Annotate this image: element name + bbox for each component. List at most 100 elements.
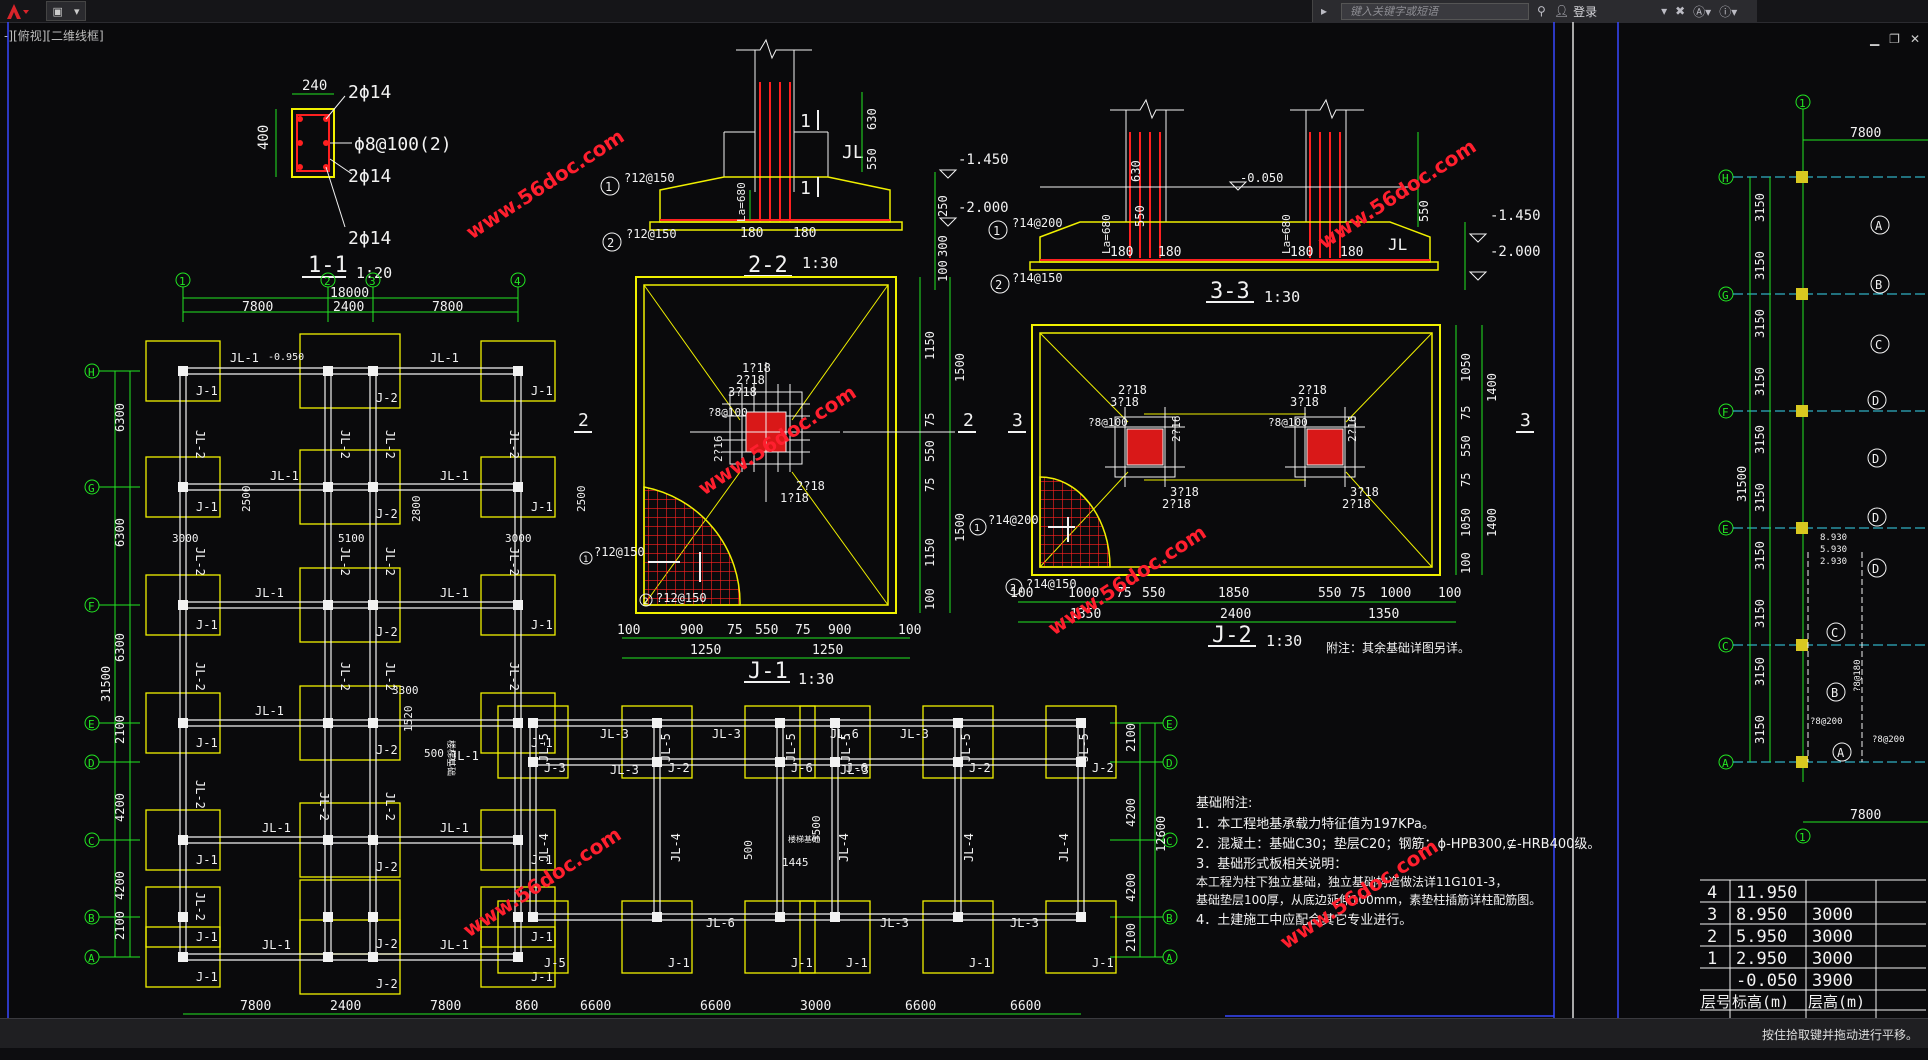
foundation-plan: 1 2 3 4 18000 7800 2400 7800 H G F E D C B A 6300 6300 630… [84,272,1178,1015]
user-icon[interactable]: 👤︎ [1554,4,1569,18]
beam-label-x: JL-1 [440,821,469,835]
inner-dim-2: 2800 [410,496,423,523]
j2-dim-b-5: 1850 [1218,586,1249,601]
footing-label: J-1 [196,384,218,398]
beam-label-x: JL-6 [706,916,735,930]
section-3-3-dim-right-1: 630 [1129,160,1143,182]
axis-label-left: F [88,600,95,613]
column-marker [1796,288,1808,300]
autocad-logo-icon[interactable] [2,1,32,21]
inner-dim-1: 2500 [240,486,253,513]
login-button[interactable]: 登录 [1573,3,1653,20]
beam-label-y: JL-4 [962,833,976,862]
footing-label: J-1 [969,956,991,970]
beam-label-y: JL-2 [507,662,521,691]
section-3-3-jl-label: JL [1388,235,1407,254]
section-2-2-cut-mark-top: 1 [800,111,811,132]
j1-section-mark-left: 2 [578,410,589,431]
axis-label-left: G [88,482,95,495]
infocenter-bar: ▸ 键入关键字或短语 ⚲ 👤︎ 登录 ▾ ✖ Ⓐ▾ ⓘ▾ [1312,0,1757,22]
bottom-dim-9: 6600 [1010,999,1041,1014]
stair-foundation-note: 楼梯基础 [788,834,820,844]
j1-total-1: 1250 [690,643,721,658]
inner-dim-3: 3000 [172,532,199,545]
axis-label-right: A [1166,952,1173,965]
column-square [368,912,378,922]
section-3-3-dim-1: 180 [1110,245,1133,260]
table-row-3-floor: 2 [1707,927,1717,947]
j1-dim-b-7: 100 [898,623,921,638]
axis-label-top: 4 [514,275,521,288]
svg-text:1: 1 [583,555,588,565]
chevron-down-icon[interactable]: ▾ [74,5,80,18]
bottom-dim-8: 6600 [905,999,936,1014]
left-dim-3: 6300 [113,633,127,662]
j1-dim-b-3: 75 [727,623,743,638]
column-square [513,600,523,610]
left-total-dim: 31500 [99,666,113,702]
beam-label-y: JL-2 [193,780,207,809]
section-2-2-la: La=680 [735,182,748,222]
j2-section-mark-right: 3 [1520,410,1531,431]
expand-arrow-icon[interactable]: ▸ [1321,4,1327,18]
column-marker [1796,171,1808,183]
search-input[interactable]: 键入关键字或短语 [1341,2,1530,20]
exchange-icon[interactable]: ✖ [1675,4,1685,18]
axis-label-left-right-plan: F [1722,406,1729,419]
beam-label-y: JL-5 [784,733,798,762]
column-square [368,952,378,962]
room-mark-label: D [1872,452,1879,466]
cad-drawing-canvas[interactable]: 240 400 2ϕ14 ϕ8@100(2) 2ϕ14 2ϕ14 1-1 1:2… [0,22,1928,1018]
notes-line-2: 2．混凝土：基础C30；垫层C20；钢筋：ϕ-HPB300,⊈-HRB400级。 [1196,836,1600,852]
top-dim-2: 2400 [333,300,364,315]
footing-label: J-3 [544,761,566,775]
svg-text:1: 1 [974,523,980,534]
beam-label-y: JL-2 [383,430,397,459]
bottom-dim-6: 6600 [700,999,731,1014]
section-2-2-dim-right-1: 630 [865,108,879,130]
bottom-dim-4: 860 [515,999,538,1014]
section-1-1: 240 400 2ϕ14 ϕ8@100(2) 2ϕ14 2ϕ14 1-1 1:2… [256,78,452,282]
footing-label: J-2 [376,625,398,639]
column-square [513,366,523,376]
right-dim-1: 2100 [1124,723,1138,752]
j2-total-2: 2400 [1220,607,1251,622]
j2-bar-8: 3?18 [1290,395,1319,409]
sheet-border [7,22,1619,1018]
help-icon[interactable]: ⓘ▾ [1719,3,1737,20]
column-square [323,912,333,922]
chevron-down-icon[interactable]: ▾ [1661,4,1667,18]
quick-access-toolbar[interactable]: ▣ ▾ [46,1,86,21]
column-square [953,718,963,728]
top-total-dim: 18000 [330,286,369,301]
j2-bar-x: ?14@200 [988,513,1039,527]
beam-label-y: JL-5 [959,733,973,762]
column-square [368,718,378,728]
section-1-1-height: 400 [256,125,272,150]
column-square [178,952,188,962]
axis-label-left-right-plan: C [1722,640,1729,653]
section-2-2-dim-side-3: 100 [936,260,950,282]
room-mark-label: A [1875,219,1883,233]
inner-dim-11: 1445 [782,856,809,869]
column-square [775,912,785,922]
beam-label-y: JL-5 [659,733,673,762]
room-mark-label: B [1831,686,1838,700]
foundation-notes: 基础附注: 1．本工程地基承载力特征值为197KPa。 2．混凝土：基础C30；… [1196,796,1600,928]
beam-label-x: JL-3 [840,763,869,777]
beam-label-x: JL-1 [255,586,284,600]
left-dim-7: 2100 [113,911,127,940]
bottom-dim-5: 6600 [580,999,611,1014]
stair-foundation-note: 楼梯基础 [445,740,457,776]
axis-label-left: H [88,366,95,379]
bottom-dim-7: 3000 [800,999,831,1014]
table-header-height: 层高(m) [1808,993,1865,1011]
j2-dim-b-7: 75 [1350,586,1366,601]
footing-label: J-2 [376,507,398,521]
beam-label-x: JL-1 [440,469,469,483]
binoculars-icon[interactable]: ⚲ [1537,4,1546,18]
footing-label: J-2 [1092,761,1114,775]
section-2-2-dim-side-2: 300 [936,235,950,257]
document-icon[interactable]: ▣ [53,5,63,18]
autodesk-a360-icon[interactable]: Ⓐ▾ [1693,3,1711,20]
